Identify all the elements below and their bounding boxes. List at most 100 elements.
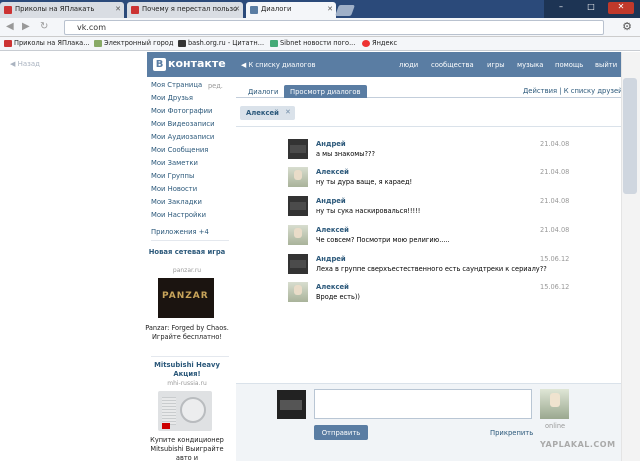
- sidebar-item-messages[interactable]: Мои Сообщения: [151, 146, 208, 154]
- wrench-menu-icon[interactable]: ⚙: [622, 20, 632, 33]
- sidebar-divider: [151, 356, 229, 357]
- message-author[interactable]: Алексей: [316, 226, 349, 234]
- bookmark-item[interactable]: Яндекс: [362, 39, 397, 47]
- actions-links[interactable]: Действия | К списку друзей: [523, 87, 623, 95]
- sidebar-item-friends[interactable]: Мои Друзья: [151, 94, 193, 102]
- message-input[interactable]: [314, 389, 532, 419]
- sidebar-item-photos[interactable]: Мои Фотографии: [151, 107, 212, 115]
- avatar-aleksey[interactable]: [288, 167, 308, 187]
- sidebar-item-notes[interactable]: Мои Заметки: [151, 159, 198, 167]
- my-avatar[interactable]: [277, 390, 306, 419]
- back-to-dialogs-link[interactable]: ◀ К списку диалогов: [241, 61, 316, 69]
- ad-image-panzar[interactable]: PANZAR: [158, 278, 214, 318]
- maximize-icon[interactable]: □: [578, 2, 604, 14]
- page-back-label: Назад: [17, 60, 41, 68]
- message-text: ну ты сука наскировалься!!!!!: [316, 207, 421, 215]
- yaplakal-favicon-icon: [131, 6, 139, 14]
- bookmark-favicon-icon: [178, 40, 186, 47]
- peer-chip[interactable]: Алексей ✕: [240, 106, 295, 120]
- ac-fan-icon: [180, 397, 206, 423]
- message-author[interactable]: Андрей: [316, 255, 346, 263]
- nav-communities[interactable]: сообщества: [431, 61, 474, 69]
- mitsubishi-logo-icon: [162, 423, 170, 429]
- vk-logo[interactable]: Вконтакте: [153, 57, 226, 71]
- peer-avatar[interactable]: [540, 389, 569, 419]
- browser-tab-2[interactable]: Почему я перестал пользо ✕: [127, 2, 243, 18]
- nav-games[interactable]: игры: [487, 61, 505, 69]
- nav-music[interactable]: музыка: [517, 61, 543, 69]
- back-arrow-icon[interactable]: ◀: [6, 21, 14, 32]
- message-author[interactable]: Алексей: [316, 168, 349, 176]
- url-text: vk.com: [77, 23, 106, 32]
- nav-logout[interactable]: выйти: [595, 61, 617, 69]
- minimize-icon[interactable]: –: [548, 2, 574, 14]
- ad-domain: panzar.ru: [172, 267, 202, 274]
- back-to-dialogs-label: К списку диалогов: [248, 61, 316, 69]
- avatar-aleksey[interactable]: [288, 225, 308, 245]
- close-tab-icon[interactable]: ✕: [234, 5, 240, 13]
- url-input[interactable]: vk.com: [64, 20, 604, 35]
- bookmark-favicon-icon: [4, 40, 12, 47]
- bookmark-item[interactable]: Электронный город: [94, 39, 173, 47]
- bookmark-label: bash.org.ru - Цитатн...: [188, 39, 265, 47]
- send-button[interactable]: Отправить: [314, 425, 368, 440]
- nav-people[interactable]: люди: [399, 61, 418, 69]
- sidebar-item-apps[interactable]: Приложения +4: [151, 228, 209, 236]
- sidebar-item-videos[interactable]: Мои Видеозаписи: [151, 120, 215, 128]
- message-author[interactable]: Андрей: [316, 197, 346, 205]
- message-author[interactable]: Алексей: [316, 283, 349, 291]
- bookmark-label: Приколы на ЯПлака...: [14, 39, 90, 47]
- message-text: Вроде есть)): [316, 293, 361, 301]
- avatar-andrey[interactable]: [288, 139, 308, 159]
- bookmark-label: Электронный город: [104, 39, 174, 47]
- bookmark-item[interactable]: Sibnet новости пого...: [270, 39, 355, 47]
- forward-arrow-icon[interactable]: ▶: [22, 21, 30, 32]
- ac-grill: [162, 397, 176, 425]
- attach-link[interactable]: Прикрепить: [490, 429, 533, 437]
- browser-tab-title: Почему я перестал пользо: [142, 5, 238, 13]
- reload-icon[interactable]: ↻: [40, 21, 48, 32]
- header-divider: [236, 126, 621, 127]
- watermark: YAPLAKAL.COM: [540, 440, 616, 449]
- message-text: Че совсем? Посмотри мою религию.....: [316, 236, 450, 244]
- sidebar-item-bookmarks[interactable]: Мои Закладки: [151, 198, 202, 206]
- close-window-icon[interactable]: ✕: [608, 2, 634, 14]
- ad-image-air-conditioner[interactable]: [158, 391, 212, 431]
- browser-tab-title: Приколы на ЯПлакать: [15, 5, 95, 13]
- ad-title[interactable]: Новая сетевая игра: [143, 248, 231, 257]
- online-status: online: [545, 422, 566, 430]
- message-text: Леха в группе сверхъестественного есть с…: [316, 265, 547, 273]
- close-tab-icon[interactable]: ✕: [115, 5, 121, 13]
- sidebar-item-groups[interactable]: Мои Группы: [151, 172, 194, 180]
- nav-help[interactable]: помощь: [555, 61, 583, 69]
- sidebar-edit-link[interactable]: ред.: [208, 82, 223, 90]
- avatar-andrey[interactable]: [288, 196, 308, 216]
- new-tab-button[interactable]: [334, 5, 356, 16]
- ad-title[interactable]: Mitsubishi Heavy Акция!: [143, 361, 231, 379]
- message-date: 21.04.08: [540, 226, 570, 234]
- tab-dialogs[interactable]: Диалоги: [242, 85, 284, 98]
- ad-text: Panzar: Forged by Chaos. Играйте бесплат…: [145, 324, 229, 341]
- bookmark-favicon-icon: [270, 40, 278, 47]
- browser-tab-1[interactable]: Приколы на ЯПлакать ✕: [0, 2, 124, 18]
- vk-favicon-icon: [250, 6, 258, 14]
- page-back-link[interactable]: ◀ Назад: [10, 60, 40, 68]
- tab-view-dialogs[interactable]: Просмотр диалогов: [284, 85, 367, 98]
- remove-peer-icon[interactable]: ✕: [285, 108, 291, 116]
- bookmark-item[interactable]: Приколы на ЯПлака...: [4, 39, 90, 47]
- avatar-aleksey[interactable]: [288, 282, 308, 302]
- sidebar-item-audio[interactable]: Мои Аудиозаписи: [151, 133, 214, 141]
- message-author[interactable]: Андрей: [316, 140, 346, 148]
- message-date: 15.06.12: [540, 283, 570, 291]
- message-date: 21.04.08: [540, 168, 570, 176]
- sidebar-item-news[interactable]: Мои Новости: [151, 185, 197, 193]
- avatar-andrey[interactable]: [288, 254, 308, 274]
- bookmark-favicon-icon: [94, 40, 102, 47]
- bookmark-item[interactable]: bash.org.ru - Цитатн...: [178, 39, 264, 47]
- close-tab-icon[interactable]: ✕: [327, 5, 333, 13]
- sidebar-item-settings[interactable]: Мои Настройки: [151, 211, 206, 219]
- browser-tab-3-active[interactable]: Диалоги ✕: [246, 2, 336, 18]
- bookmark-label: Яндекс: [372, 39, 398, 47]
- sidebar-item-my-page[interactable]: Моя Страница: [151, 81, 202, 89]
- scrollbar-thumb[interactable]: [623, 78, 637, 194]
